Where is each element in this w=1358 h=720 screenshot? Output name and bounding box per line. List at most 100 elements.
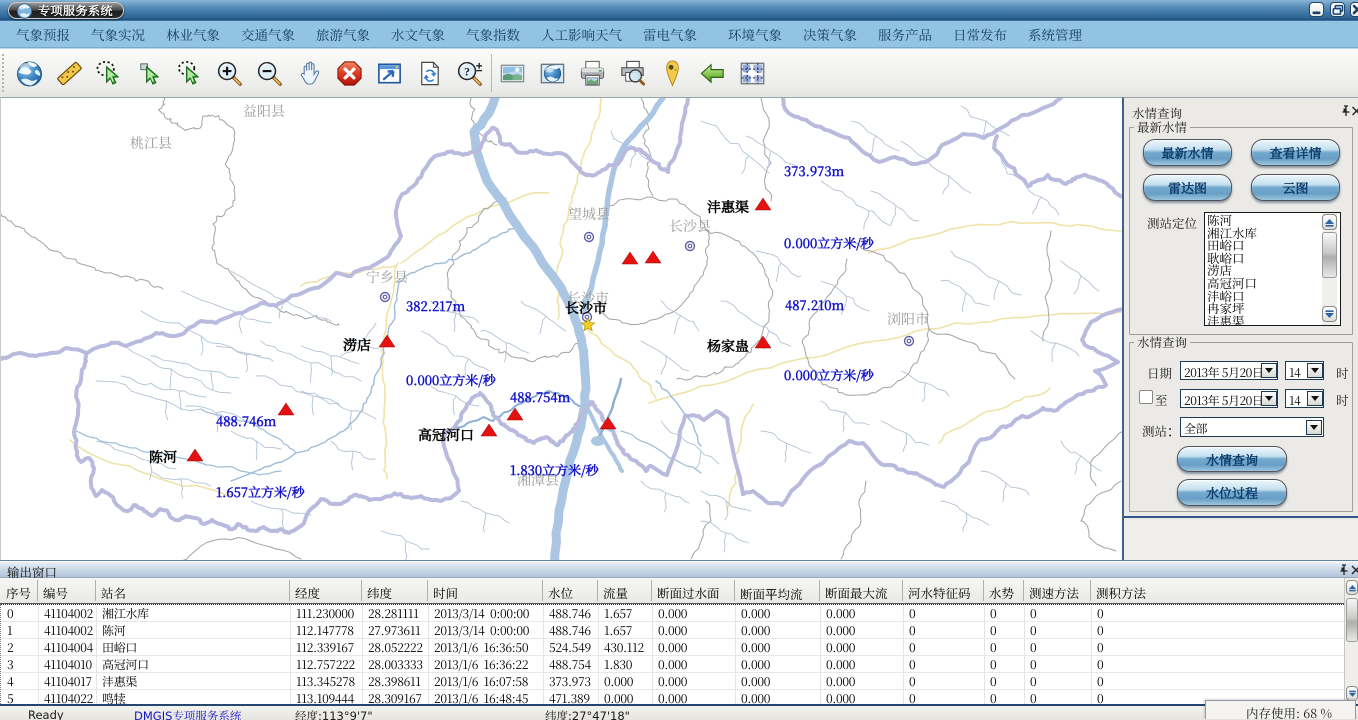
table-row-3[interactable]: 341104010高冠河口112.75722228.0033332013/1/6…	[1, 656, 1344, 673]
select-pointer-tool-button[interactable]	[129, 52, 169, 94]
date-to-dropdown-arrow[interactable]	[1261, 391, 1277, 406]
column-separator[interactable]	[289, 580, 290, 601]
column-separator[interactable]	[983, 580, 984, 601]
column-header-10[interactable]: 断面平均流	[740, 584, 803, 603]
column-header-2[interactable]: 编号	[43, 584, 68, 602]
column-header-8[interactable]: 流量	[603, 584, 628, 602]
menu-item-6[interactable]: 水文气象	[391, 24, 445, 44]
column-header-14[interactable]: 测速方法	[1029, 584, 1079, 602]
stop-tool-button[interactable]	[329, 52, 369, 94]
menu-item-5[interactable]: 旅游气象	[316, 24, 370, 44]
print-tool-button[interactable]	[572, 52, 612, 94]
hour-from-combo[interactable]: 14	[1285, 361, 1324, 380]
menu-item-9[interactable]: 雷电气象	[643, 24, 697, 44]
date-to-combo[interactable]: 2013年 5月20日	[1180, 389, 1278, 408]
output-scroll-thumb[interactable]	[1346, 598, 1358, 642]
output-scroll-down-button[interactable]	[1346, 686, 1358, 701]
column-separator[interactable]	[1023, 580, 1024, 601]
column-separator[interactable]	[651, 580, 652, 601]
hour-from-dropdown-arrow[interactable]	[1307, 363, 1323, 378]
column-header-1[interactable]: 序号	[6, 584, 31, 602]
latest-water-button[interactable]: 最新水情	[1143, 139, 1232, 166]
pan-hand-tool-button[interactable]	[289, 52, 329, 94]
restore-button[interactable]	[1330, 2, 1345, 17]
column-header-11[interactable]: 断面最大流	[825, 584, 888, 602]
placemark-tool-button[interactable]	[652, 52, 692, 94]
output-table-body[interactable]: 041104002湘江水库111.23000028.2811112013/3/1…	[0, 604, 1344, 704]
column-separator[interactable]	[597, 580, 598, 601]
back-arrow-tool-button[interactable]	[692, 52, 732, 94]
image-export-tool-button[interactable]	[492, 52, 532, 94]
globe-view-tool-button[interactable]	[532, 52, 572, 94]
list-scroll-thumb[interactable]	[1322, 232, 1337, 278]
output-scroll-up-button[interactable]	[1346, 580, 1358, 595]
measure-ruler-tool-button[interactable]	[49, 52, 89, 94]
station-marker[interactable]	[187, 449, 203, 461]
column-separator[interactable]	[734, 580, 735, 601]
list-scroll-up-button[interactable]	[1322, 214, 1337, 230]
menu-item-1[interactable]: 气象预报	[16, 24, 70, 44]
column-header-9[interactable]: 断面过水面	[657, 584, 720, 602]
column-separator[interactable]	[819, 580, 820, 601]
station-marker[interactable]	[481, 424, 497, 436]
column-separator[interactable]	[542, 580, 543, 601]
station-combo[interactable]: 全部	[1180, 417, 1324, 437]
menu-item-4[interactable]: 交通气象	[241, 24, 295, 44]
menu-item-7[interactable]: 气象指数	[466, 24, 520, 44]
column-separator[interactable]	[37, 580, 38, 601]
hour-to-combo[interactable]: 14	[1285, 389, 1324, 408]
globe-tool-button[interactable]	[9, 52, 49, 94]
column-separator[interactable]	[427, 580, 428, 601]
station-list-scrollbar[interactable]	[1322, 213, 1338, 325]
identify-tool-button[interactable]	[449, 52, 489, 94]
column-header-12[interactable]: 河水特征码	[908, 584, 971, 602]
hour-to-dropdown-arrow[interactable]	[1307, 391, 1323, 406]
output-scrollbar[interactable]	[1344, 578, 1358, 704]
column-header-15[interactable]: 测积方法	[1096, 584, 1146, 602]
menu-item-13[interactable]: 日常发布	[953, 24, 1007, 44]
print-preview-tool-button[interactable]	[612, 52, 652, 94]
column-separator[interactable]	[1090, 580, 1091, 601]
station-marker[interactable]	[622, 252, 638, 264]
map-select-tool-button[interactable]	[732, 52, 772, 94]
radar-chart-button[interactable]: 雷达图	[1143, 174, 1232, 201]
refresh-tool-button[interactable]	[409, 52, 449, 94]
zoom-out-tool-button[interactable]	[249, 52, 289, 94]
minimize-button[interactable]	[1309, 2, 1324, 17]
column-header-3[interactable]: 站名	[101, 584, 126, 602]
station-listbox[interactable]: 陈河湘江水库田峪口耿峪口涝店高冠河口沣峪口冉家坪沣惠渠	[1204, 212, 1341, 326]
full-extent-tool-button[interactable]	[369, 52, 409, 94]
list-scroll-down-button[interactable]	[1322, 306, 1337, 322]
column-separator[interactable]	[902, 580, 903, 601]
menu-item-14[interactable]: 系统管理	[1028, 24, 1082, 44]
station-dropdown-arrow[interactable]	[1306, 420, 1322, 435]
column-header-4[interactable]: 经度	[295, 584, 320, 602]
table-row-2[interactable]: 241104004田峪口112.33916728.0522222013/1/6 …	[1, 639, 1344, 656]
date-from-dropdown-arrow[interactable]	[1261, 363, 1277, 378]
column-separator[interactable]	[361, 580, 362, 601]
column-header-6[interactable]: 时间	[433, 584, 458, 602]
column-separator[interactable]	[95, 580, 96, 601]
station-marker[interactable]	[379, 335, 395, 347]
water-level-process-button[interactable]: 水位过程	[1177, 479, 1287, 506]
station-marker[interactable]	[755, 198, 771, 210]
menu-item-10[interactable]: 环境气象	[728, 24, 782, 44]
output-close-icon[interactable]	[1350, 564, 1358, 576]
select-polygon-tool-button[interactable]	[89, 52, 129, 94]
table-row-4[interactable]: 441104017沣惠渠113.34527828.3986112013/1/6 …	[1, 673, 1344, 690]
table-row-0[interactable]: 041104002湘江水库111.23000028.2811112013/3/1…	[1, 605, 1344, 622]
map-canvas[interactable]: 益阳县桃江县宁乡县望城县长沙县长沙市浏阳市湘潭县长沙市涝店陈河高冠河口沣惠渠杨家…	[0, 97, 1122, 560]
panel-close-icon[interactable]	[1350, 105, 1358, 117]
output-pin-icon[interactable]	[1336, 564, 1349, 576]
cloud-image-button[interactable]: 云图	[1251, 174, 1340, 201]
view-details-button[interactable]: 查看详情	[1251, 139, 1340, 166]
water-query-button[interactable]: 水情查询	[1177, 446, 1287, 472]
toolbar-grip[interactable]	[2, 54, 9, 92]
close-button[interactable]	[1350, 2, 1358, 17]
menu-item-2[interactable]: 气象实况	[91, 24, 145, 44]
menu-item-12[interactable]: 服务产品	[878, 24, 932, 44]
zoom-in-tool-button[interactable]	[209, 52, 249, 94]
column-header-5[interactable]: 纬度	[367, 584, 392, 602]
column-header-7[interactable]: 水位	[548, 584, 573, 602]
table-row-1[interactable]: 141104002陈河112.14777827.9736112013/3/14 …	[1, 622, 1344, 639]
